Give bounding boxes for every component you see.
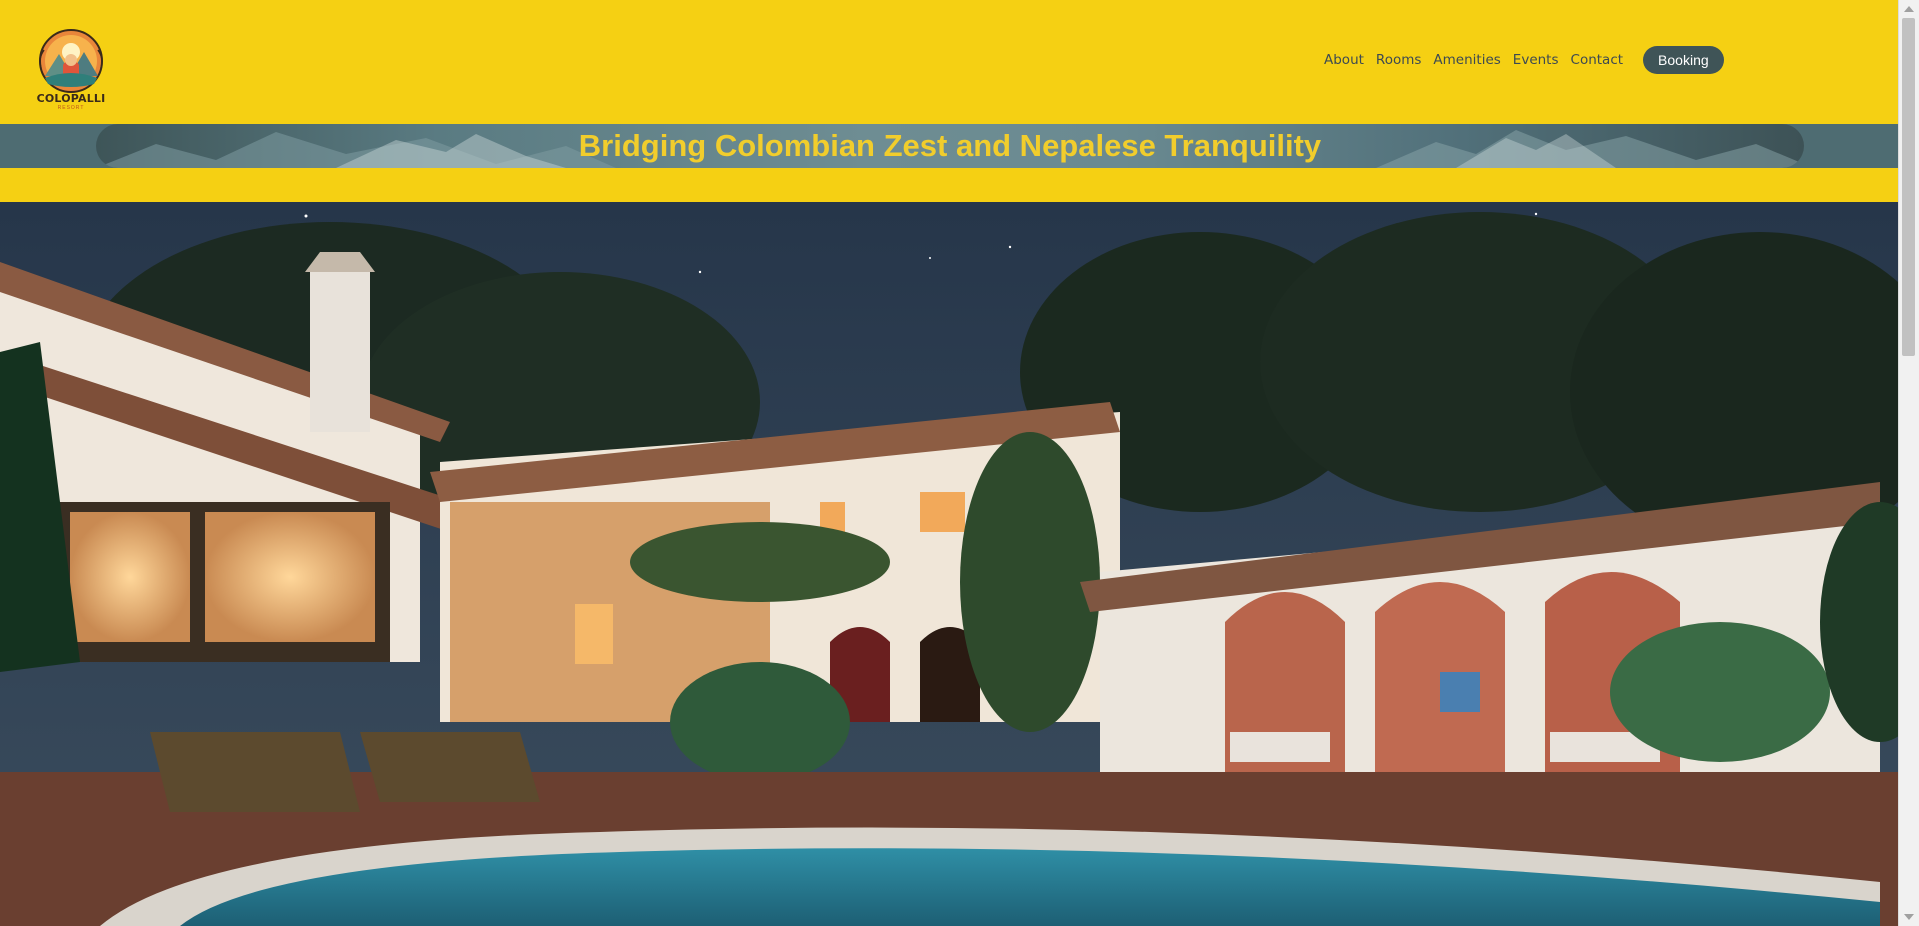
main-nav: About Rooms Amenities Events Contact Boo… (1324, 46, 1724, 74)
sun-mountain-logo-icon (39, 29, 103, 93)
booking-button[interactable]: Booking (1643, 46, 1724, 74)
page-scrollbar[interactable] (1898, 0, 1919, 926)
nav-contact[interactable]: Contact (1571, 52, 1624, 68)
brand-logo[interactable]: COLOPALLI RESORT (32, 28, 110, 112)
brand-name: COLOPALLI (36, 92, 106, 105)
resort-night-photo (0, 202, 1899, 926)
scroll-up-icon[interactable] (1904, 6, 1914, 12)
hero-image (0, 202, 1899, 926)
page-title: Bridging Colombian Zest and Nepalese Tra… (578, 128, 1322, 163)
site-header: COLOPALLI RESORT About Rooms Amenities E… (0, 0, 1899, 202)
page: COLOPALLI RESORT About Rooms Amenities E… (0, 0, 1919, 926)
hero-banner: Bridging Colombian Zest and Nepalese Tra… (96, 124, 1804, 168)
nav-events[interactable]: Events (1513, 52, 1559, 68)
scroll-down-icon[interactable] (1904, 914, 1914, 920)
scroll-thumb[interactable] (1902, 18, 1915, 356)
nav-amenities[interactable]: Amenities (1433, 52, 1500, 68)
nav-about[interactable]: About (1324, 52, 1364, 68)
brand-tagline: RESORT (57, 105, 85, 111)
nav-rooms[interactable]: Rooms (1376, 52, 1421, 68)
